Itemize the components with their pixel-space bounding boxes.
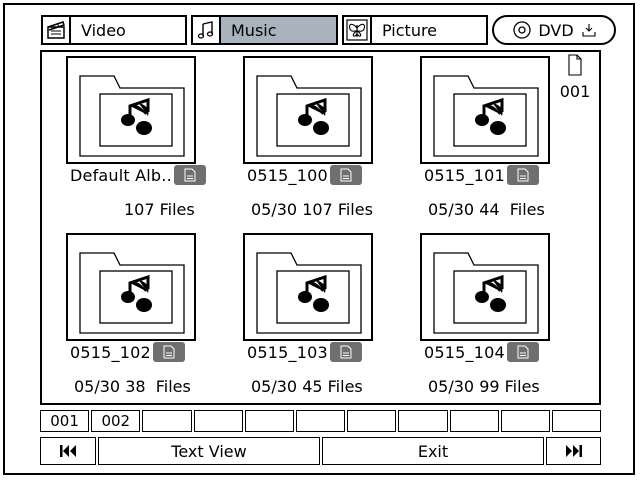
folder-icon: [66, 233, 196, 341]
album-name: 0515_103: [247, 342, 328, 362]
page-cell[interactable]: 002: [91, 410, 141, 432]
tab-dvd[interactable]: DVD: [492, 15, 616, 45]
page-cell[interactable]: 001: [40, 410, 90, 432]
text-view-button[interactable]: Text View: [98, 437, 320, 465]
page-cell[interactable]: [398, 410, 448, 432]
page-strip: 001 002: [40, 410, 602, 432]
tab-video-label: Video: [81, 20, 126, 40]
page-cell[interactable]: [244, 410, 294, 432]
next-button[interactable]: [546, 437, 601, 465]
tab-picture[interactable]: Picture: [342, 15, 488, 45]
previous-button[interactable]: [40, 437, 96, 465]
album-name: 0515_100: [247, 165, 328, 185]
album-name: 0515_101: [424, 165, 505, 185]
document-icon[interactable]: [506, 165, 539, 185]
document-icon: [555, 54, 595, 80]
folder-icon: [420, 56, 550, 164]
page-cell[interactable]: [500, 410, 550, 432]
page-cell[interactable]: [347, 410, 397, 432]
document-icon[interactable]: [329, 165, 362, 185]
butterfly-icon: [344, 17, 372, 43]
album-info: 05/30 44 Files: [428, 200, 545, 219]
page-cell[interactable]: [193, 410, 243, 432]
music-note-icon: [193, 17, 221, 43]
page-cell[interactable]: [142, 410, 192, 432]
skip-previous-icon: [59, 444, 77, 458]
tab-picture-label: Picture: [382, 20, 438, 40]
album-name: 0515_102: [70, 342, 151, 362]
page-cell[interactable]: [551, 410, 602, 432]
tab-music-label: Music: [221, 17, 336, 43]
album-info: 05/30 38 Files: [74, 377, 191, 396]
document-icon[interactable]: [329, 342, 362, 362]
tab-dvd-label: DVD: [538, 20, 574, 40]
document-icon[interactable]: [173, 165, 206, 185]
tab-video[interactable]: Video: [41, 15, 187, 45]
page-cell[interactable]: [295, 410, 346, 432]
tab-music[interactable]: Music: [191, 15, 338, 45]
document-icon[interactable]: [152, 342, 185, 362]
folder-icon: [66, 56, 196, 164]
album-info: 05/30 45 Files: [251, 377, 363, 396]
folder-icon: [243, 233, 373, 341]
document-icon[interactable]: [506, 342, 539, 362]
album-name: Default Alb..: [70, 165, 172, 185]
folder-icon: [243, 56, 373, 164]
exit-button[interactable]: Exit: [322, 437, 544, 465]
album-info: 05/30 99 Files: [428, 377, 540, 396]
eject-icon: [582, 23, 596, 37]
page-cell[interactable]: [449, 410, 499, 432]
folder-icon: [420, 233, 550, 341]
page-number: 001: [559, 82, 591, 101]
album-grid: Default Alb.. 107 Files 0515_100 05/30 1…: [40, 50, 601, 405]
album-name: 0515_104: [424, 342, 505, 362]
disc-icon: [512, 20, 532, 40]
album-info: 05/30 107 Files: [251, 200, 373, 219]
skip-next-icon: [565, 444, 583, 458]
page-indicator: 001: [555, 54, 595, 101]
album-info: 107 Files: [124, 200, 195, 219]
clapperboard-icon: [43, 17, 71, 43]
